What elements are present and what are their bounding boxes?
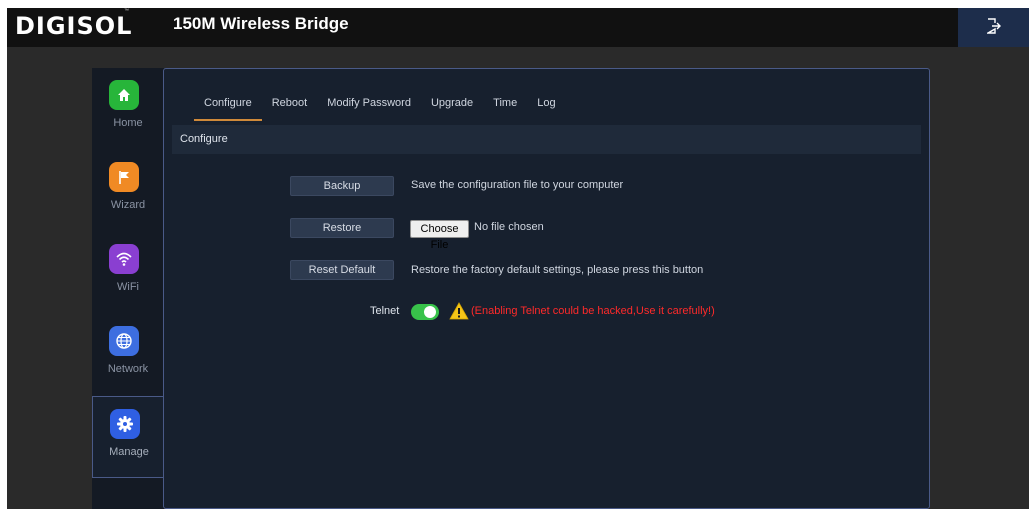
sidebar-item-wizard[interactable]: Wizard (92, 150, 164, 232)
wifi-icon (109, 244, 139, 274)
logo-trademark: ™ (124, 8, 129, 14)
home-icon (109, 80, 139, 110)
app-frame: DIGISOL ™ 150M Wireless Bridge Home Wiza… (7, 8, 1029, 509)
tab-upgrade[interactable]: Upgrade (421, 95, 483, 121)
gear-icon (110, 409, 140, 439)
flag-icon (109, 162, 139, 192)
sidebar-item-home[interactable]: Home (92, 68, 164, 150)
warning-icon (449, 302, 469, 320)
section-header: Configure (172, 125, 921, 154)
backup-button[interactable]: Backup (290, 176, 394, 196)
sidebar-item-label: WiFi (117, 281, 139, 293)
reset-default-button[interactable]: Reset Default (290, 260, 394, 280)
telnet-label: Telnet (370, 305, 400, 317)
sidebar-item-label: Home (113, 117, 143, 129)
top-bar: DIGISOL ™ 150M Wireless Bridge (7, 8, 1029, 47)
file-status-text: No file chosen (474, 221, 544, 233)
globe-icon (109, 326, 139, 356)
choose-file-button[interactable]: Choose File (410, 220, 469, 251)
page-title: 150M Wireless Bridge (173, 14, 349, 33)
sidebar-item-label: Wizard (110, 199, 146, 211)
tab-modify-password[interactable]: Modify Password (317, 95, 421, 121)
sidebar-item-network[interactable]: Network (92, 314, 164, 396)
section-title: Configure (180, 133, 228, 145)
backup-description: Save the configuration file to your comp… (411, 179, 624, 191)
sidebar-item-label: Manage (109, 446, 149, 458)
logout-icon (987, 18, 1001, 34)
logout-button[interactable] (958, 8, 1029, 47)
tab-bar: Configure Reboot Modify Password Upgrade… (194, 95, 566, 121)
reset-description: Restore the factory default settings, pl… (411, 264, 704, 276)
sidebar-item-manage[interactable]: Manage (92, 396, 164, 478)
tab-configure[interactable]: Configure (194, 95, 262, 121)
tab-reboot[interactable]: Reboot (262, 95, 317, 121)
sidebar: Home Wizard WiFi Network Manage (92, 68, 164, 509)
tab-time[interactable]: Time (483, 95, 527, 121)
telnet-warning-text: (Enabling Telnet could be hacked,Use it … (471, 305, 715, 317)
sidebar-item-label: Network (107, 363, 149, 375)
telnet-toggle[interactable] (411, 304, 439, 320)
toggle-knob (424, 306, 436, 318)
content-panel: Configure Reboot Modify Password Upgrade… (163, 68, 930, 509)
digisol-logo: DIGISOL (15, 12, 133, 40)
sidebar-item-wifi[interactable]: WiFi (92, 232, 164, 314)
restore-button[interactable]: Restore (290, 218, 394, 238)
tab-log[interactable]: Log (527, 95, 565, 121)
